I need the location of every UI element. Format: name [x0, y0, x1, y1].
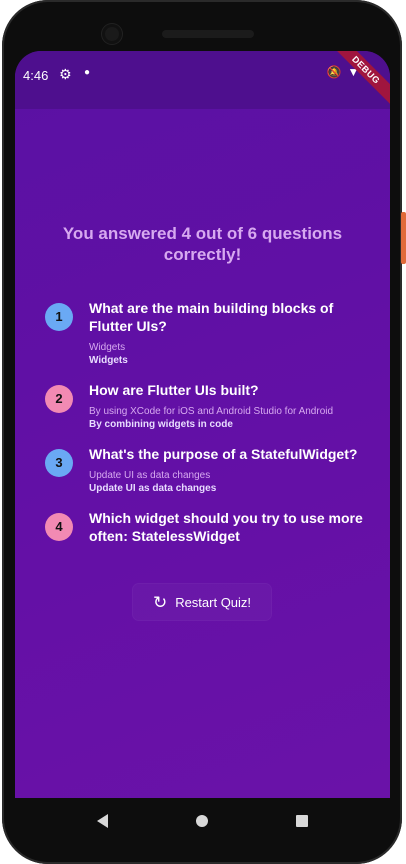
- summary-list[interactable]: 1 What are the main building blocks of Fl…: [45, 299, 365, 580]
- status-time: 4:46: [23, 68, 49, 83]
- result-title: You answered 4 out of 6 questions correc…: [62, 224, 343, 264]
- gear-icon: ⚙: [59, 66, 72, 82]
- restart-quiz-button[interactable]: ↻ Restart Quiz!: [133, 584, 271, 620]
- system-nav-bar: [2, 798, 402, 844]
- user-answer: Widgets: [89, 342, 126, 353]
- question-text: Which widget should you try to use more …: [89, 510, 363, 544]
- correct-answer: Update UI as data changes: [89, 483, 217, 494]
- correct-answer: By combining widgets in code: [89, 419, 233, 430]
- recents-button[interactable]: [292, 811, 312, 831]
- status-bar: 4:46 ⚙ ● 🔕 ▼ ▮ DEBUG: [15, 51, 390, 111]
- side-button: [401, 212, 406, 264]
- question-text: What are the main building blocks of Flu…: [89, 300, 334, 334]
- correct-answer: Widgets: [89, 355, 128, 366]
- home-button[interactable]: [192, 811, 212, 831]
- summary-item: 2 How are Flutter UIs built? By using XCod…: [45, 381, 365, 431]
- back-button[interactable]: [92, 811, 112, 831]
- question-text: How are Flutter UIs built?: [89, 382, 259, 398]
- question-index-badge: 4: [45, 513, 73, 541]
- camera: [102, 24, 122, 44]
- app-screen: 4:46 ⚙ ● 🔕 ▼ ▮ DEBUG You answered 4 out …: [15, 51, 390, 798]
- question-index-badge: 1: [45, 303, 73, 331]
- summary-item: 1 What are the main building blocks of Fl…: [45, 299, 365, 367]
- question-index-badge: 3: [45, 449, 73, 477]
- speaker: [162, 30, 254, 38]
- mute-bell-icon: 🔕: [326, 65, 342, 79]
- recents-icon: [296, 815, 308, 827]
- summary-item: 4 Which widget should you try to use more…: [45, 509, 365, 545]
- restart-quiz-label: Restart Quiz!: [175, 594, 252, 610]
- user-answer: Update UI as data changes: [89, 470, 211, 481]
- question-text: What's the purpose of a StatefulWidget?: [89, 446, 358, 462]
- refresh-icon: ↻: [152, 592, 168, 612]
- user-answer: By using XCode for iOS and Android Studi…: [89, 406, 334, 417]
- question-index-badge: 2: [45, 385, 73, 413]
- dot-icon: ●: [84, 67, 91, 78]
- home-icon: [196, 815, 208, 827]
- summary-item: 3 What's the purpose of a StatefulWidget?…: [45, 445, 365, 495]
- back-icon: [96, 814, 108, 828]
- debug-banner: DEBUG: [325, 51, 390, 111]
